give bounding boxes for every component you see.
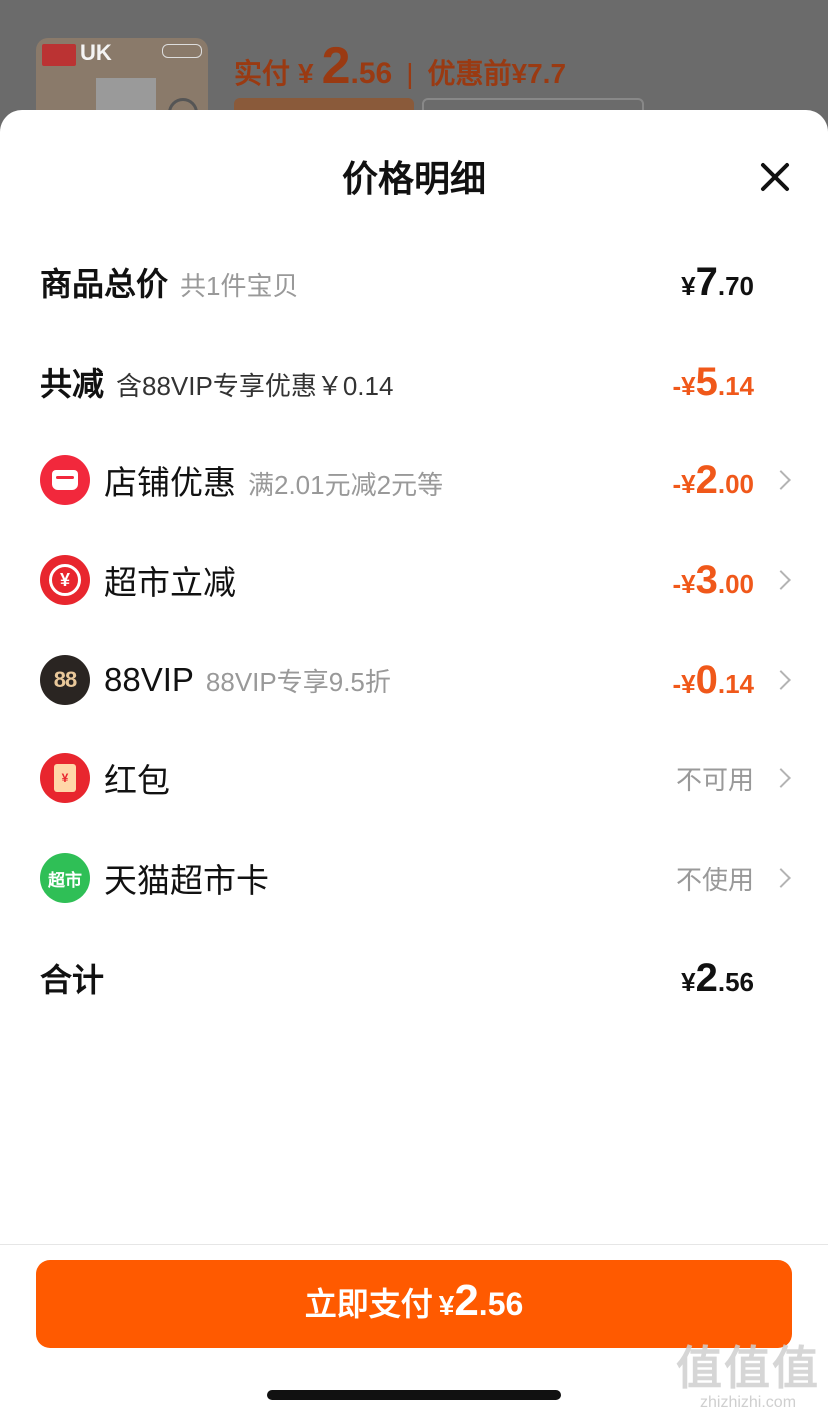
red-packet-glyph: ¥ [54,764,76,792]
vip-dec: .14 [717,668,754,699]
backdrop-price: 实付 ¥ 2 .56 | 优惠前¥7.7 [234,36,566,96]
vip-88-icon: 88 [40,655,90,705]
row-tmall-market-card[interactable]: 超市 天猫超市卡 不使用 [0,848,828,908]
thumbnail-tag [162,44,202,58]
discount-amount: -¥ 5 .14 [672,360,754,405]
shop-coupon-title: 店铺优惠 [104,464,236,501]
market-discount-glyph: ¥ [49,564,81,596]
thumbnail-text: UK [80,40,112,65]
close-icon[interactable] [758,160,792,194]
discount-int: 5 [695,359,718,404]
shop-coupon-label: 店铺优惠 满2.01元减2元等 [104,456,443,504]
row-sum: 合计 ¥ 2 .56 [0,948,828,1008]
chevron-right-icon [771,570,791,590]
paid-dec: .56 [350,57,393,90]
discount-title: 共减 [40,366,105,402]
original-price: 优惠前¥7.7 [427,58,567,89]
sheet-title: 价格明细 [341,158,486,199]
vip-yen: -¥ [672,668,696,699]
red-packet-status: 不可用 [675,764,754,795]
shop-int: 2 [695,457,718,502]
paid-int: 2 [321,37,351,95]
chevron-right-icon [771,868,791,888]
row-shop-coupon[interactable]: 店铺优惠 满2.01元减2元等 -¥ 2 .00 [0,450,828,510]
pay-dec: .56 [478,1286,524,1322]
price-detail-sheet: 价格明细 商品总价 共1件宝贝 ¥ 7 .70 共减 含88VIP专享优惠￥0.14… [0,110,828,1420]
chevron-right-icon [771,470,791,490]
total-price-label: 商品总价 共1件宝贝 [40,259,298,305]
market-discount-label: 超市立减 [104,556,236,604]
vip-int: 0 [695,657,718,702]
red-packet-label: 红包 [104,754,170,802]
watermark-logo: 值值值 [676,1342,820,1394]
shop-icon [40,455,90,505]
tmall-market-card-icon: 超市 [40,853,90,903]
tmall-market-card-title: 天猫超市卡 [104,862,269,899]
total-price-title: 商品总价 [40,266,169,302]
market-discount-icon: ¥ [40,555,90,605]
row-total-price: 商品总价 共1件宝贝 ¥ 7 .70 [0,252,828,312]
watermark: 值值值 zhizhizhi.com [674,1332,822,1412]
pay-now-label: 立即支付 [304,1286,433,1322]
market-yen: -¥ [672,568,696,599]
discount-note: 含88VIP专享优惠￥0.14 [116,371,394,401]
discount-dec: .14 [717,370,754,401]
chevron-right-icon [771,670,791,690]
home-indicator[interactable] [267,1390,561,1400]
tmall-market-card-label: 天猫超市卡 [104,854,269,902]
pay-yen: ¥ [438,1290,455,1321]
shop-coupon-rule: 满2.01元减2元等 [248,470,444,500]
vip-note: 88VIP专享9.5折 [205,667,391,697]
shop-dec: .00 [717,468,754,499]
shop-yen: -¥ [672,468,696,499]
tmall-market-card-status: 不使用 [675,864,754,895]
pay-int: 2 [454,1276,479,1325]
paid-yen: ¥ [298,58,314,89]
total-yen: ¥ [681,270,696,301]
footer-divider [0,1244,828,1245]
row-88vip[interactable]: 88 88VIP 88VIP专享9.5折 -¥ 0 .14 [0,650,828,710]
row-total-discount: 共减 含88VIP专享优惠￥0.14 -¥ 5 .14 [0,352,828,412]
market-int: 3 [695,557,718,602]
sum-amount: ¥ 2 .56 [681,956,754,1001]
sum-yen: ¥ [681,966,696,997]
red-packet-icon: ¥ [40,753,90,803]
discount-yen: -¥ [672,370,696,401]
market-discount-title: 超市立减 [104,564,236,601]
item-count: 共1件宝贝 [180,271,299,301]
discount-label: 共减 含88VIP专享优惠￥0.14 [40,359,393,405]
price-separator: | [406,58,414,89]
chevron-right-icon [771,768,791,788]
vip-title: 88VIP [104,661,194,698]
total-price-amount: ¥ 7 .70 [681,260,754,305]
sum-dec: .56 [717,966,754,997]
total-dec: .70 [717,270,754,301]
market-discount-amount: -¥ 3 .00 [672,558,754,603]
red-packet-title: 红包 [104,762,170,799]
sum-int: 2 [695,955,718,1000]
row-market-discount[interactable]: ¥ 超市立减 -¥ 3 .00 [0,550,828,610]
vip-label: 88VIP 88VIP专享9.5折 [104,661,391,699]
row-red-packet[interactable]: ¥ 红包 不可用 [0,748,828,808]
shop-coupon-amount: -¥ 2 .00 [672,458,754,503]
vip-amount: -¥ 0 .14 [672,658,754,703]
total-int: 7 [695,259,718,304]
sum-label: 合计 [40,962,105,998]
brand-logo [42,44,76,66]
market-dec: .00 [717,568,754,599]
paid-label: 实付 [234,58,291,89]
